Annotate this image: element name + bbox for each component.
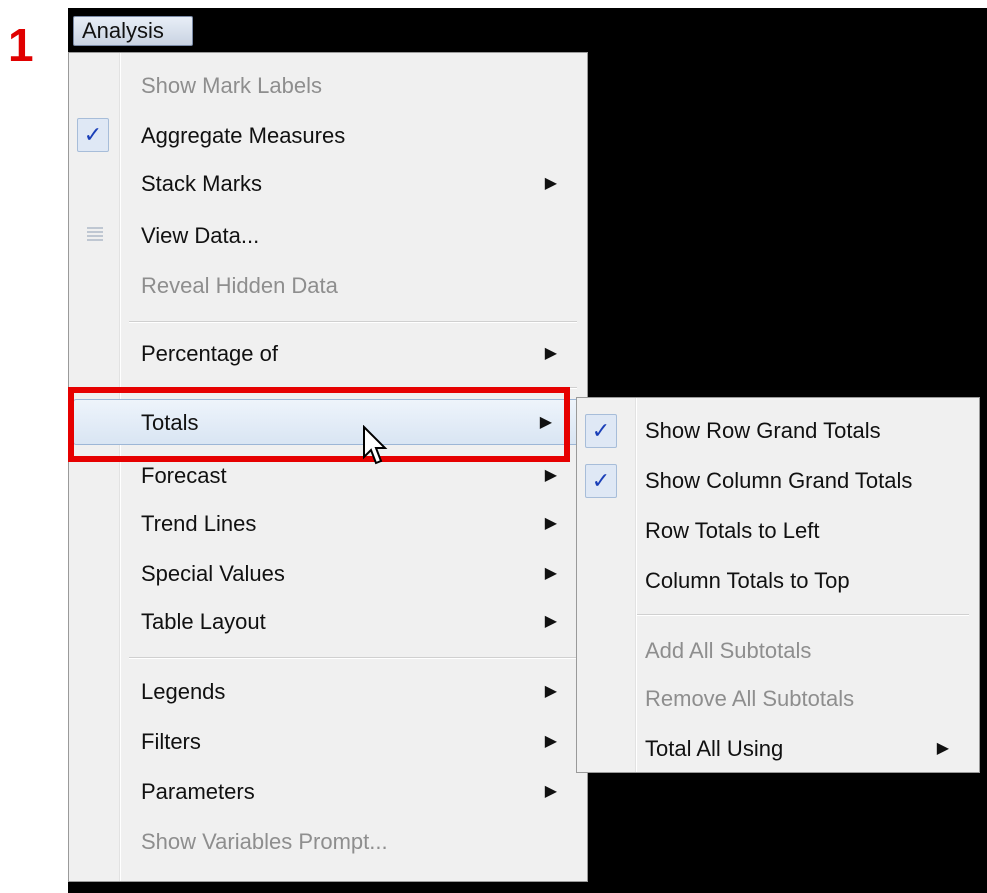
submenu-item-show-column-grand-totals[interactable]: ✓ Show Column Grand Totals [577,456,979,506]
submenu-separator [637,614,969,616]
menu-item-special-values[interactable]: Special Values ▶ [69,551,587,597]
submenu-arrow-icon: ▶ [544,733,557,750]
submenu-item-label: Show Column Grand Totals [645,468,913,493]
menu-separator [129,321,577,323]
menu-item-totals[interactable]: Totals ▶ [73,399,583,445]
submenu-item-label: Add All Subtotals [645,638,812,663]
submenu-arrow-icon: ▶ [544,467,557,484]
submenu-item-column-totals-to-top[interactable]: Column Totals to Top [577,556,979,606]
menu-item-forecast[interactable]: Forecast ▶ [69,453,587,499]
submenu-arrow-icon: ▶ [544,515,557,532]
menu-item-percentage-of[interactable]: Percentage of ▶ [69,331,587,377]
menu-separator [129,657,577,659]
menu-item-label: Forecast [141,463,227,488]
menu-item-label: Show Variables Prompt... [141,829,388,854]
menu-item-filters[interactable]: Filters ▶ [69,719,587,765]
submenu-item-row-totals-to-left[interactable]: Row Totals to Left [577,506,979,556]
menu-item-label: Totals [141,410,199,435]
menu-item-label: Special Values [141,561,285,586]
menu-item-label: Reveal Hidden Data [141,273,338,298]
submenu-item-total-all-using[interactable]: Total All Using ▶ [577,724,979,774]
menu-item-show-mark-labels[interactable]: Show Mark Labels [69,63,587,109]
submenu-item-label: Column Totals to Top [645,568,850,593]
submenu-arrow-icon: ▶ [544,613,557,630]
menu-separator [129,387,577,389]
menu-item-trend-lines[interactable]: Trend Lines ▶ [69,501,587,547]
menu-item-label: Parameters [141,779,255,804]
menu-item-parameters[interactable]: Parameters ▶ [69,769,587,815]
mouse-pointer-icon [363,425,388,465]
checkmark-icon: ✓ [585,464,617,498]
submenu-arrow-icon: ▶ [936,740,949,757]
totals-submenu: ✓ Show Row Grand Totals ✓ Show Column Gr… [576,397,980,773]
submenu-item-show-row-grand-totals[interactable]: ✓ Show Row Grand Totals [577,406,979,456]
menu-item-label: Table Layout [141,609,266,634]
menu-item-label: Aggregate Measures [141,123,346,148]
submenu-item-label: Total All Using [645,736,784,761]
submenu-item-label: Row Totals to Left [645,518,820,543]
menu-item-label: Stack Marks [141,171,263,196]
menu-item-legends[interactable]: Legends ▶ [69,669,587,715]
submenu-item-label: Remove All Subtotals [645,686,855,711]
menu-item-show-variables-prompt[interactable]: Show Variables Prompt... [69,819,587,865]
submenu-item-remove-all-subtotals[interactable]: Remove All Subtotals [577,674,979,724]
analysis-menu-button[interactable]: Analysis [73,16,193,46]
checkmark-icon: ✓ [585,414,617,448]
menu-item-aggregate-measures[interactable]: ✓ Aggregate Measures [69,113,587,159]
checkmark-icon: ✓ [77,118,109,152]
menu-item-label: Show Mark Labels [141,73,322,98]
menu-item-table-layout[interactable]: Table Layout ▶ [69,599,587,645]
menu-item-stack-marks[interactable]: Stack Marks ▶ [69,161,587,207]
submenu-arrow-icon: ▶ [544,565,557,582]
menu-item-label: Filters [141,729,201,754]
menu-item-reveal-hidden-data[interactable]: Reveal Hidden Data [69,263,587,309]
view-data-grid-icon [87,227,103,241]
menu-item-label: Trend Lines [141,511,257,536]
menu-item-view-data[interactable]: View Data... [69,213,587,259]
analysis-dropdown-menu: Show Mark Labels ✓ Aggregate Measures St… [68,52,588,882]
step-number-label: 1 [8,19,34,71]
menu-item-label: View Data... [141,223,260,248]
submenu-arrow-icon: ▶ [544,783,557,800]
menu-item-label: Percentage of [141,341,278,366]
menu-item-label: Legends [141,679,226,704]
submenu-arrow-icon: ▶ [539,414,552,431]
submenu-arrow-icon: ▶ [544,345,557,362]
submenu-item-label: Show Row Grand Totals [645,418,881,443]
submenu-arrow-icon: ▶ [544,175,557,192]
submenu-arrow-icon: ▶ [544,683,557,700]
submenu-item-add-all-subtotals[interactable]: Add All Subtotals [577,626,979,676]
